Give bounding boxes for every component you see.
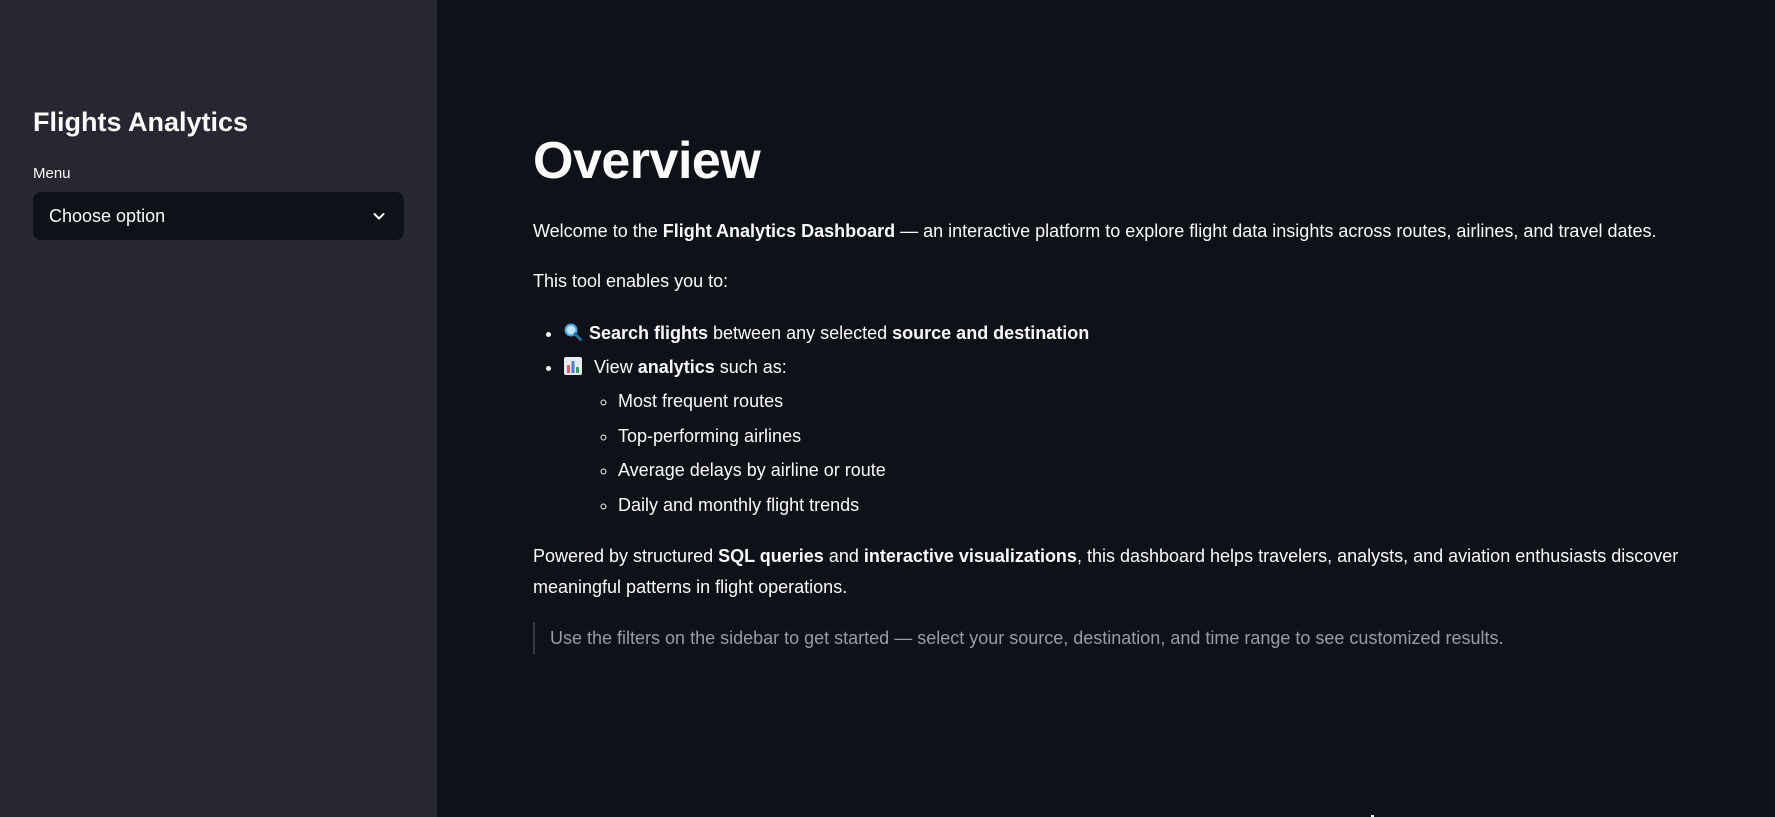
features-list: Search flights between any selected sour… — [533, 316, 1775, 522]
search-flights-text: between any selected — [708, 323, 893, 343]
powered-paragraph: Powered by structured SQL queries and in… — [533, 541, 1753, 603]
list-item-search: Search flights between any selected sour… — [563, 316, 1775, 350]
magnifier-icon — [563, 319, 583, 341]
view-text-end: such as: — [714, 357, 787, 377]
sidebar: Flights Analytics Menu Choose option — [0, 0, 437, 817]
app-root: Flights Analytics Menu Choose option Ove… — [0, 0, 1775, 817]
view-text: View — [589, 357, 638, 377]
main-content: Overview Welcome to the Flight Analytics… — [437, 0, 1775, 817]
sidebar-title: Flights Analytics — [33, 107, 249, 137]
interactive-visualizations-bold: interactive visualizations — [863, 546, 1077, 566]
intro-bold: Flight Analytics Dashboard — [662, 221, 896, 241]
bar-chart-icon — [563, 353, 583, 375]
list-item: Daily and monthly flight trends — [618, 488, 1775, 523]
intro-text-end: — an interactive platform to explore fli… — [895, 221, 1657, 241]
source-destination-bold: source and destination — [892, 323, 1090, 343]
list-item-analytics: View analytics such as: Most frequent ro… — [563, 350, 1775, 522]
menu-select-value: Choose option — [49, 205, 166, 226]
analytics-sublist: Most frequent routes Top-performing airl… — [563, 384, 1775, 522]
sql-queries-bold: SQL queries — [718, 546, 824, 566]
menu-select[interactable]: Choose option — [33, 192, 404, 240]
list-item: Average delays by airline or route — [618, 453, 1775, 488]
chevron-down-icon — [370, 207, 388, 225]
intro-paragraph: Welcome to the Flight Analytics Dashboar… — [533, 216, 1753, 247]
hint-blockquote: Use the filters on the sidebar to get st… — [533, 622, 1775, 654]
powered-text: Powered by structured — [533, 546, 719, 566]
analytics-bold: analytics — [637, 357, 715, 377]
page-title: Overview — [533, 132, 761, 190]
intro-text: Welcome to the — [533, 221, 663, 241]
list-item: Top-performing airlines — [618, 419, 1775, 454]
menu-label: Menu — [33, 165, 71, 182]
search-flights-bold: Search flights — [589, 323, 709, 343]
powered-text-mid: and — [823, 546, 864, 566]
enables-paragraph: This tool enables you to: — [533, 271, 729, 291]
list-item: Most frequent routes — [618, 384, 1775, 419]
